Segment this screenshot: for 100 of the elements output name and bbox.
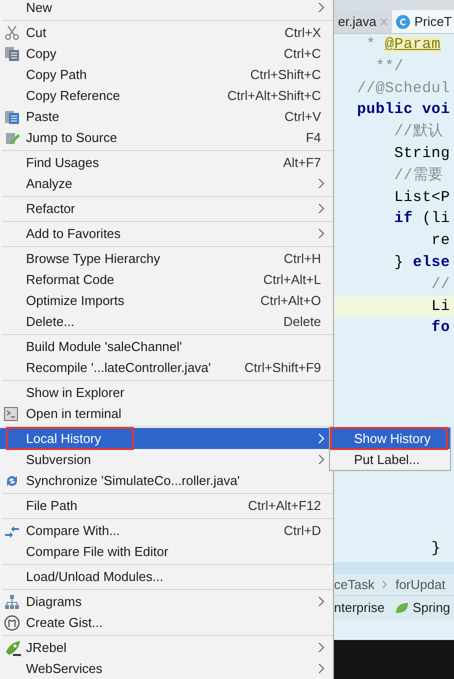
menu-item[interactable]: Find Usages Alt+F7 [0, 152, 333, 173]
chevron-right-icon [318, 178, 325, 189]
code-line: * @Param [365, 35, 442, 55]
tool-window-tab[interactable]: nterprise [334, 598, 385, 618]
menu-label: Cut [26, 24, 46, 42]
menu-label: JRebel [26, 638, 66, 657]
menu-label: Recompile '...lateController.java' [26, 358, 211, 377]
menu-item[interactable]: Show in Explorer [0, 382, 333, 403]
menu-item[interactable]: Subversion [0, 449, 333, 470]
editor-tab[interactable]: er.java [334, 10, 392, 33]
code-line: } else [393, 252, 452, 273]
menu-label: Build Module 'saleChannel' [26, 338, 182, 356]
chevron-right-icon [318, 433, 325, 444]
tool-window-tab[interactable]: Spring [394, 598, 450, 618]
menu-item[interactable]: Synchronize 'SimulateCo...roller.java' [0, 470, 333, 491]
menu-item[interactable]: Copy Path Ctrl+Shift+C [0, 64, 333, 85]
menu-label: Compare With... [26, 522, 120, 540]
menu-item[interactable]: Open in terminal [0, 403, 333, 424]
menu-label: Optimize Imports [26, 292, 124, 310]
scissors-icon [4, 24, 20, 40]
close-icon[interactable] [380, 18, 388, 26]
editor-tab[interactable]: PriceT [392, 10, 454, 33]
menu-label: New [26, 0, 52, 17]
menu-item[interactable]: Refactor [0, 198, 333, 219]
menu-item[interactable]: Optimize Imports Ctrl+Alt+O [0, 290, 333, 311]
breadcrumb[interactable]: forUpdat [395, 574, 446, 594]
menu-item[interactable]: Paste Ctrl+V [0, 106, 333, 127]
submenu-item[interactable]: Show History [330, 428, 450, 449]
menu-item[interactable]: Jump to Source F4 [0, 127, 333, 148]
code-line: //需要 [393, 166, 444, 186]
chevron-right-icon [382, 580, 388, 589]
menu-label: Analyze [26, 174, 72, 193]
menu-item[interactable]: Compare With... Ctrl+D [0, 520, 333, 541]
chevron-right-icon [318, 596, 325, 607]
paste-icon [4, 108, 20, 124]
code-line: re [430, 231, 452, 252]
shortcut-label: Ctrl+C [284, 44, 321, 63]
submenu-item[interactable]: Put Label... [330, 449, 450, 470]
menu-label: Synchronize 'SimulateCo...roller.java' [26, 472, 240, 490]
menu-item[interactable]: Recompile '...lateController.java' Ctrl+Shift+F9 [0, 357, 333, 378]
shortcut-label: Ctrl+D [284, 522, 321, 540]
breadcrumb[interactable]: ceTask [334, 574, 374, 594]
menu-item[interactable]: Load/Unload Modules... [0, 566, 333, 587]
menu-item[interactable]: JRebel [0, 637, 333, 658]
shortcut-label: Ctrl+Alt+F12 [248, 496, 321, 515]
menu-label: Find Usages [26, 154, 99, 172]
menu-label: Copy Path [26, 66, 87, 84]
menu-label: Add to Favorites [26, 224, 121, 243]
menu-item[interactable]: Analyze [0, 173, 333, 194]
chevron-right-icon [318, 642, 325, 653]
shortcut-label: Ctrl+X [284, 24, 321, 42]
chevron-right-icon [318, 203, 325, 214]
menu-item[interactable]: Build Module 'saleChannel' [0, 336, 333, 357]
menu-label: Open in terminal [26, 404, 122, 423]
menu-item[interactable]: Add to Favorites [0, 223, 333, 244]
shortcut-label: Ctrl+Shift+C [250, 66, 321, 84]
menu-item[interactable]: Copy Ctrl+C [0, 43, 333, 64]
menu-item[interactable]: Create Gist... [0, 612, 333, 633]
menu-item[interactable]: Copy Reference Ctrl+Alt+Shift+C [0, 85, 333, 106]
chevron-right-icon [318, 663, 325, 674]
code-line: if (li [393, 209, 452, 230]
menu-item[interactable]: File Path Ctrl+Alt+F12 [0, 495, 333, 516]
hierarchy-icon [4, 594, 20, 610]
menu-item[interactable]: Delete... Delete [0, 311, 333, 332]
code-line: // [430, 274, 452, 295]
shortcut-label: Ctrl+Alt+Shift+C [227, 86, 321, 105]
menu-item[interactable]: Diagrams [0, 591, 333, 612]
chevron-right-icon [318, 2, 325, 13]
menu-item[interactable]: Cut Ctrl+X [0, 22, 333, 43]
leaf-icon [394, 602, 409, 614]
menu-item[interactable]: Browse Type Hierarchy Ctrl+H [0, 248, 333, 269]
menu-label: Local History [6, 427, 134, 450]
shortcut-label: Alt+F7 [283, 154, 321, 172]
menu-item[interactable]: Reformat Code Ctrl+Alt+L [0, 269, 333, 290]
menu-label: Delete... [26, 312, 74, 331]
menu-label: WebServices [26, 660, 102, 678]
menu-label: Show in Explorer [26, 384, 124, 402]
code-line: //@Schedul [356, 78, 452, 99]
menu-label: Diagrams [26, 592, 82, 611]
menu-label: Copy [26, 44, 56, 63]
code-line: //默认 [393, 122, 444, 142]
shortcut-label: Ctrl+Alt+O [260, 292, 321, 310]
terminal-icon [4, 406, 18, 420]
menu-item[interactable]: Compare File with Editor [0, 541, 333, 562]
rocket-icon [4, 640, 22, 656]
menu-label: Subversion [26, 450, 92, 469]
menu-label: Reformat Code [26, 270, 114, 289]
menu-item[interactable]: WebServices [0, 658, 333, 679]
shortcut-label: Ctrl+Alt+L [263, 270, 321, 289]
menu-label: Refactor [26, 200, 76, 218]
shortcut-label: F4 [306, 128, 321, 147]
shortcut-label: Delete [283, 312, 321, 331]
menu-label: Browse Type Hierarchy [26, 250, 160, 268]
menu-label: File Path [26, 496, 78, 515]
copy-icon [4, 46, 20, 62]
menu-item[interactable]: New [0, 0, 333, 18]
chevron-right-icon [318, 228, 325, 239]
menu-label: Copy Reference [26, 86, 120, 105]
shortcut-label: Ctrl+V [284, 108, 321, 126]
menu-label: Load/Unload Modules... [26, 568, 164, 586]
